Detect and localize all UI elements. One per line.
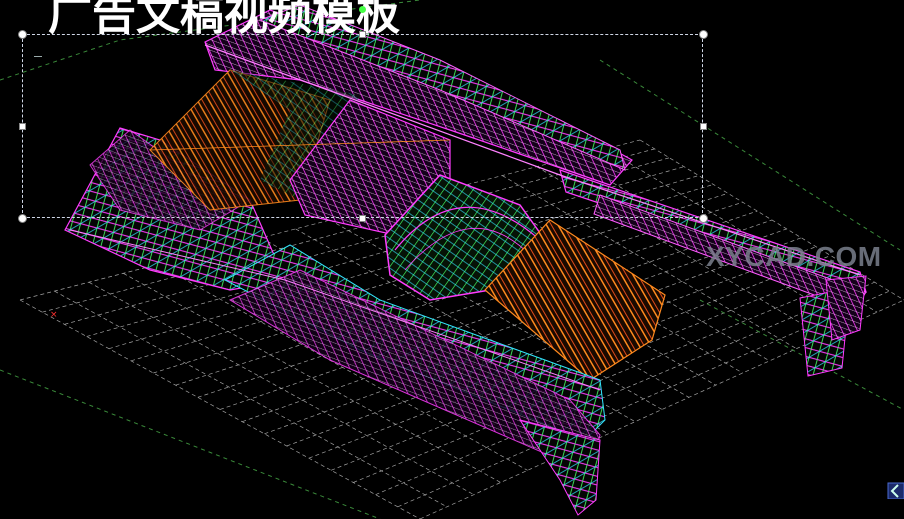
resize-handle-middle-right[interactable] xyxy=(700,123,707,130)
resize-handle-top-right[interactable] xyxy=(699,30,708,39)
axis-marker: × xyxy=(50,310,58,320)
resize-handle-middle-left[interactable] xyxy=(19,123,26,130)
svg-text:×: × xyxy=(50,310,58,320)
resize-handle-bottom-middle[interactable] xyxy=(359,215,366,222)
resize-handle-top-left[interactable] xyxy=(18,30,27,39)
watermark: XYCAD.COM xyxy=(706,241,882,272)
rotate-handle-icon[interactable] xyxy=(359,6,366,13)
resize-handle-bottom-right[interactable] xyxy=(699,214,708,223)
minus-indicator xyxy=(34,56,42,57)
resize-handle-bottom-left[interactable] xyxy=(18,214,27,223)
view-nav-icon[interactable] xyxy=(884,479,904,499)
resize-handle-top-middle[interactable] xyxy=(359,31,366,38)
